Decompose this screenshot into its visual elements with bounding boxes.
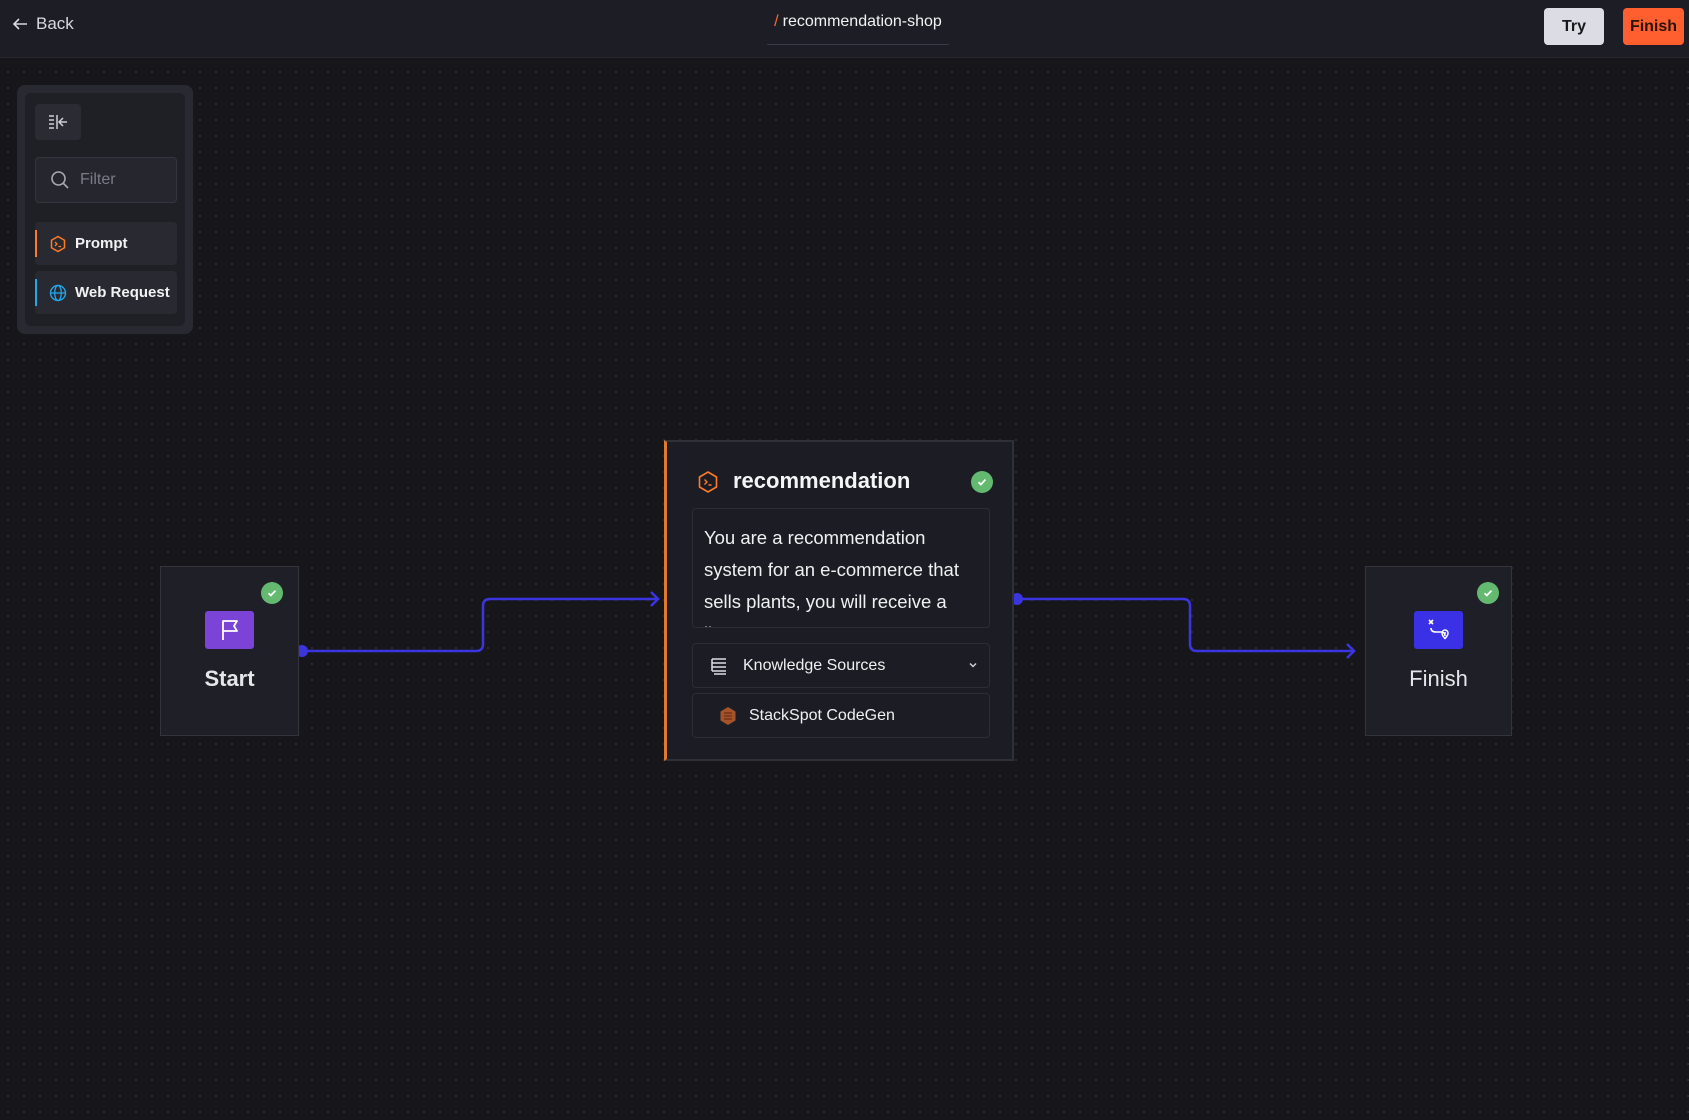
finish-node[interactable]: Finish (1365, 566, 1512, 736)
prompt-hex-icon (698, 471, 718, 493)
stackspot-logo-icon (720, 706, 736, 725)
knowledge-stack-icon (711, 657, 726, 675)
node-title: recommendation (733, 468, 911, 493)
prompt-preview[interactable]: You are a recommendation system for an e… (692, 508, 990, 628)
chevron-down-icon (969, 662, 977, 668)
knowledge-sources-label: Knowledge Sources (743, 656, 886, 674)
route-icon (1427, 619, 1449, 640)
knowledge-source-item[interactable]: StackSpot CodeGen (692, 693, 990, 738)
edge-start-to-recommendation[interactable] (303, 597, 658, 653)
flag-icon (221, 620, 238, 640)
start-tile (205, 611, 254, 649)
check-icon (261, 582, 283, 604)
knowledge-sources-toggle[interactable]: Knowledge Sources (692, 643, 990, 688)
node-label: Start (204, 666, 255, 691)
knowledge-source-label: StackSpot CodeGen (749, 706, 895, 724)
finish-tile (1414, 611, 1463, 649)
recommendation-node[interactable]: recommendation You are a recommendation … (664, 440, 1014, 761)
check-icon (971, 471, 993, 493)
edge-recommendation-to-finish[interactable] (1018, 597, 1354, 653)
start-node[interactable]: Start (160, 566, 299, 736)
check-icon (1477, 582, 1499, 604)
node-label: Finish (1409, 666, 1468, 691)
